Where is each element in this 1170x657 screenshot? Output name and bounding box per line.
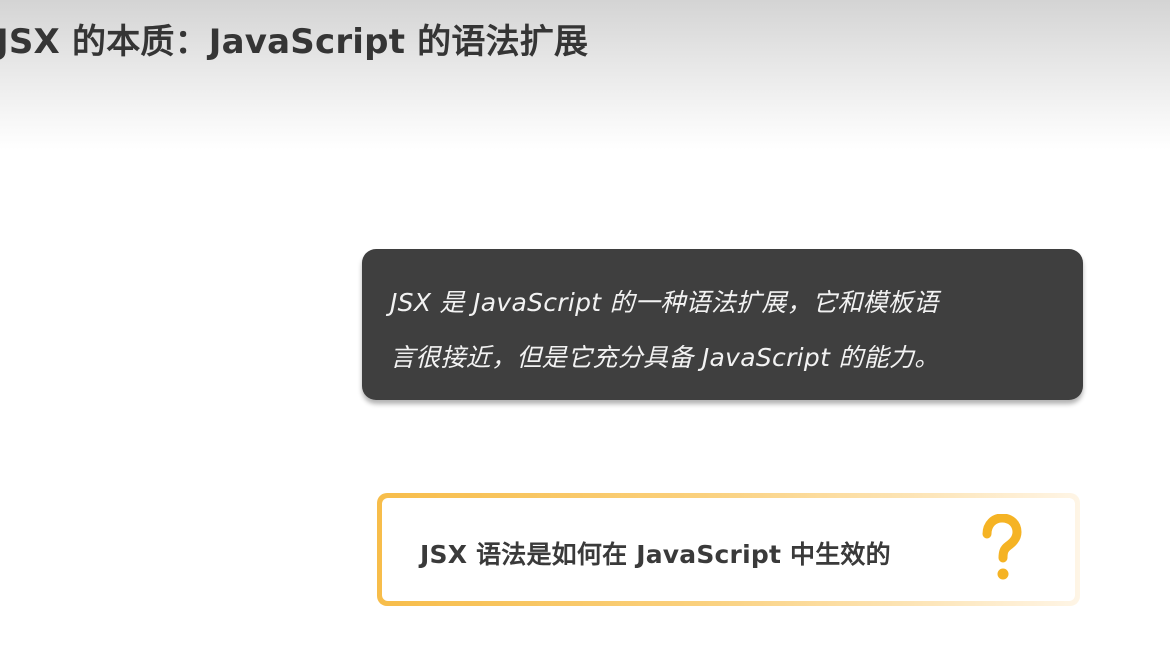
page-title: JSX 的本质：JavaScript 的语法扩展 [0,22,589,62]
question-text: JSX 语法是如何在 JavaScript 中生效的 [420,540,891,569]
question-callout: JSX 语法是如何在 JavaScript 中生效的 [377,493,1080,606]
definition-line-2: 言很接近，但是它充分具备 JavaScript 的能力。 [390,343,940,372]
definition-line-1: JSX 是 JavaScript 的一种语法扩展，它和模板语 [390,288,939,317]
definition-callout: JSX 是 JavaScript 的一种语法扩展，它和模板语 言很接近，但是它充… [362,249,1083,400]
question-callout-inner: JSX 语法是如何在 JavaScript 中生效的 [382,498,1075,601]
definition-text: JSX 是 JavaScript 的一种语法扩展，它和模板语 言很接近，但是它充… [390,275,1055,385]
question-mark-icon [982,514,1022,580]
